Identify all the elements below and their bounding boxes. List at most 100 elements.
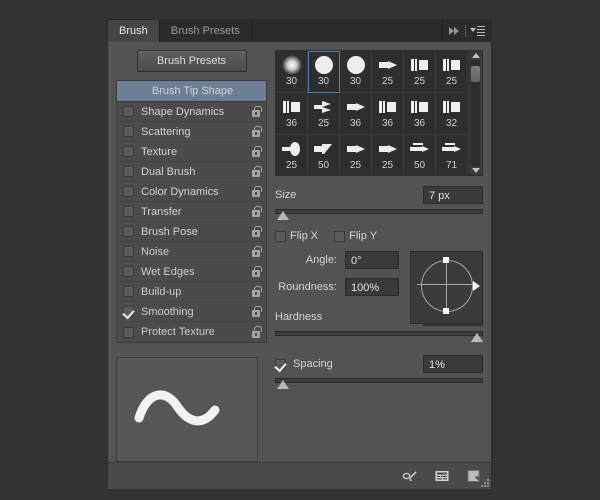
size-slider-track[interactable] xyxy=(275,209,483,214)
option-checkbox[interactable] xyxy=(123,266,134,277)
hardness-label: Hardness xyxy=(275,311,323,323)
flip-x-checkbox[interactable]: Flip X xyxy=(275,230,318,242)
brush-tip-cell[interactable]: 30 xyxy=(340,51,372,93)
brush-tip-cell[interactable]: 36 xyxy=(372,93,404,135)
lock-icon[interactable] xyxy=(252,185,262,198)
brush-size-label: 36 xyxy=(349,118,362,129)
resize-grip-icon[interactable] xyxy=(480,478,489,487)
brush-option-shape-dynamics[interactable]: Shape Dynamics xyxy=(117,102,266,122)
brush-option-scattering[interactable]: Scattering xyxy=(117,122,266,142)
brush-presets-button[interactable]: Brush Presets xyxy=(136,50,247,72)
spacing-slider[interactable] xyxy=(275,377,483,389)
brush-option-transfer[interactable]: Transfer xyxy=(117,202,266,222)
spacing-value-field[interactable]: 1% xyxy=(423,355,483,373)
tab-brush-presets[interactable]: Brush Presets xyxy=(160,20,252,42)
angle-control-widget[interactable] xyxy=(410,251,483,324)
brush-tip-cell[interactable]: 25 xyxy=(436,51,468,93)
size-value-field[interactable]: 7 px xyxy=(423,186,483,204)
roundness-handle-bottom[interactable] xyxy=(443,308,449,314)
lock-icon[interactable] xyxy=(252,105,262,118)
soft-round-icon xyxy=(276,54,307,76)
tab-brush[interactable]: Brush xyxy=(108,20,160,42)
brush-option-texture[interactable]: Texture xyxy=(117,142,266,162)
option-checkbox[interactable] xyxy=(123,166,134,177)
brush-tip-cell[interactable]: 32 xyxy=(436,93,468,135)
brush-size-label: 25 xyxy=(381,76,394,87)
toggle-brush-settings-icon[interactable] xyxy=(401,468,419,484)
brush-tip-cell[interactable]: 25 xyxy=(276,135,308,175)
lock-icon[interactable] xyxy=(252,205,262,218)
brush-tip-cell[interactable]: 36 xyxy=(404,93,436,135)
open-preset-manager-icon[interactable] xyxy=(433,468,451,484)
roundness-handle-top[interactable] xyxy=(443,257,449,263)
brush-tip-cell[interactable]: 25 xyxy=(372,51,404,93)
size-slider[interactable] xyxy=(275,208,483,220)
spacing-slider-thumb[interactable] xyxy=(276,380,289,389)
lock-icon[interactable] xyxy=(252,245,262,258)
scroll-down-arrow-icon[interactable] xyxy=(471,168,480,173)
option-checkbox[interactable] xyxy=(123,106,134,117)
brush-option-smoothing[interactable]: Smoothing xyxy=(117,302,266,322)
brush-tip-cell[interactable]: 25 xyxy=(404,51,436,93)
brush-tip-cell[interactable]: 71 xyxy=(436,135,468,175)
spacing-checkbox[interactable] xyxy=(275,358,286,370)
option-checkbox[interactable] xyxy=(123,326,134,338)
lock-icon[interactable] xyxy=(252,305,262,318)
brush-option-noise[interactable]: Noise xyxy=(117,242,266,262)
scrollbar-thumb[interactable] xyxy=(471,66,480,82)
option-label: Brush Pose xyxy=(141,225,198,238)
lock-icon[interactable] xyxy=(252,285,262,298)
hardness-slider[interactable] xyxy=(275,330,483,342)
hardness-slider-thumb[interactable] xyxy=(471,333,483,342)
brush-tip-cell[interactable]: 30 xyxy=(308,51,340,93)
brush-tip-cell[interactable]: 36 xyxy=(276,93,308,135)
brush-option-color-dynamics[interactable]: Color Dynamics xyxy=(117,182,266,202)
option-checkbox[interactable] xyxy=(123,226,134,237)
brush-option-wet-edges[interactable]: Wet Edges xyxy=(117,262,266,282)
lock-icon[interactable] xyxy=(252,326,262,338)
angle-value-field[interactable]: 0° xyxy=(345,251,399,269)
brush-option-build-up[interactable]: Build-up xyxy=(117,282,266,302)
flip-y-checkbox[interactable]: Flip Y xyxy=(334,230,377,242)
brush-option-brush-pose[interactable]: Brush Pose xyxy=(117,222,266,242)
tab-brush-presets-label: Brush Presets xyxy=(170,25,240,37)
double-chevron-right-icon[interactable] xyxy=(449,26,461,36)
lock-icon[interactable] xyxy=(252,125,262,138)
lock-icon[interactable] xyxy=(252,165,262,178)
brush-option-dual-brush[interactable]: Dual Brush xyxy=(117,162,266,182)
lock-icon[interactable] xyxy=(252,225,262,238)
option-checkbox[interactable] xyxy=(123,206,134,217)
panel-menu-icon[interactable] xyxy=(470,26,485,36)
flip-y-checkbox-box[interactable] xyxy=(334,230,346,242)
hardness-slider-track[interactable] xyxy=(275,331,483,336)
lock-icon[interactable] xyxy=(252,145,262,158)
brush-tip-cell[interactable]: 36 xyxy=(340,93,372,135)
option-checkbox[interactable] xyxy=(123,246,134,257)
brush-tip-cell[interactable]: 50 xyxy=(404,135,436,175)
option-checkbox[interactable] xyxy=(123,146,134,157)
option-checkbox[interactable] xyxy=(123,306,134,317)
brush-option-brush-tip-shape[interactable]: Brush Tip Shape xyxy=(117,81,266,102)
option-checkbox[interactable] xyxy=(123,286,134,297)
flip-x-checkbox-box[interactable] xyxy=(275,230,286,242)
brush-option-protect-texture[interactable]: Protect Texture xyxy=(117,322,266,342)
tab-brush-label: Brush xyxy=(119,25,148,37)
scrollbar-track[interactable] xyxy=(471,60,480,166)
brush-tip-cell[interactable]: 25 xyxy=(308,93,340,135)
spacing-slider-track[interactable] xyxy=(275,378,483,383)
option-checkbox[interactable] xyxy=(123,186,134,197)
brush-tip-cell[interactable]: 25 xyxy=(340,135,372,175)
size-slider-thumb[interactable] xyxy=(276,211,289,220)
roundness-value-field[interactable]: 100% xyxy=(345,278,399,296)
brush-tip-cell[interactable]: 50 xyxy=(308,135,340,175)
brush-tip-cell[interactable]: 30 xyxy=(276,51,308,93)
option-checkbox[interactable] xyxy=(123,126,134,137)
brush-tip-cells[interactable]: 3030302525253625363636322550252550712550… xyxy=(276,51,468,175)
scroll-up-arrow-icon[interactable] xyxy=(471,53,480,58)
angle-pointer-icon[interactable] xyxy=(473,281,480,291)
lock-icon[interactable] xyxy=(252,265,262,278)
brush-grid-scrollbar[interactable] xyxy=(468,51,482,175)
option-label: Protect Texture xyxy=(141,326,215,338)
flip-y-label: Flip Y xyxy=(349,230,378,242)
brush-tip-cell[interactable]: 25 xyxy=(372,135,404,175)
